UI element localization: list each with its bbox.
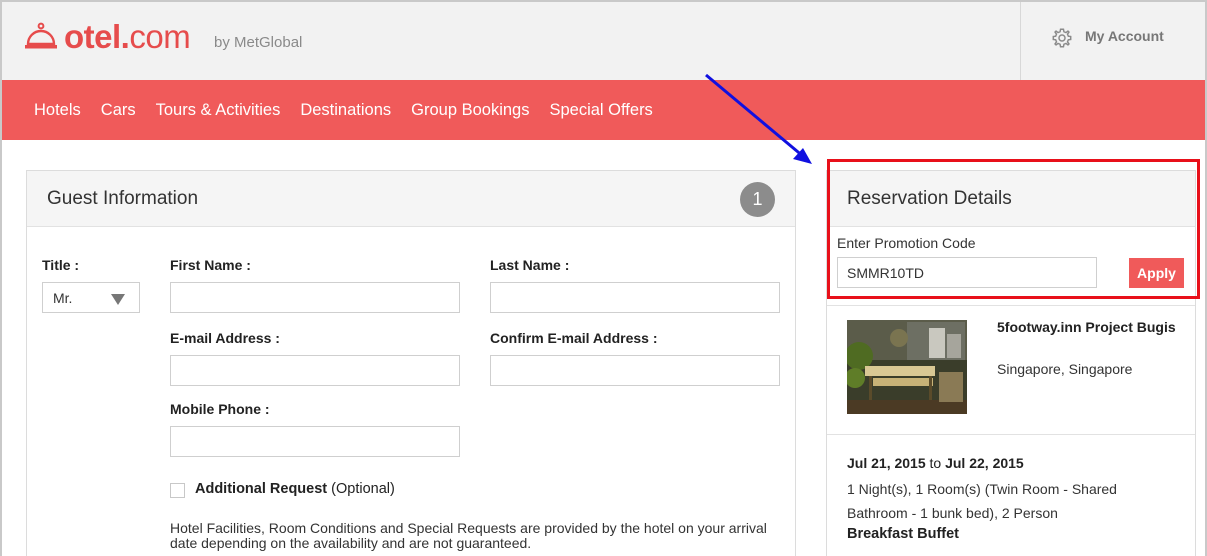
step-number-badge: 1: [740, 182, 775, 217]
nav-item-destinations[interactable]: Destinations: [300, 101, 391, 120]
nav-item-cars[interactable]: Cars: [101, 101, 136, 120]
nav-item-tours-activities[interactable]: Tours & Activities: [156, 101, 281, 120]
additional-request-text: Additional Request: [195, 481, 328, 497]
logo-byline: by MetGlobal: [214, 34, 303, 51]
guest-information-panel: Guest Information 1 Title : Mr. First Na…: [26, 170, 796, 556]
first-name-input[interactable]: [170, 282, 460, 313]
hotel-photo[interactable]: [847, 320, 967, 414]
confirm-email-label: Confirm E-mail Address :: [490, 330, 658, 346]
last-name-label: Last Name :: [490, 257, 570, 273]
my-account-label: My Account: [1085, 28, 1164, 44]
hotel-name[interactable]: 5footway.inn Project Bugis: [997, 320, 1177, 334]
room-description: 1 Night(s), 1 Room(s) (Twin Room - Share…: [847, 481, 1117, 521]
my-account-button[interactable]: My Account: [1020, 2, 1205, 80]
site-header: otel.com by MetGlobal My Account: [2, 2, 1205, 80]
guest-panel-title: Guest Information: [47, 188, 199, 209]
browser-frame: otel.com by MetGlobal My Account Hotels …: [0, 0, 1207, 556]
nav-item-special-offers[interactable]: Special Offers: [549, 101, 652, 120]
last-name-input[interactable]: [490, 282, 780, 313]
stay-dates: Jul 21, 2015 to Jul 22, 2015: [847, 455, 1024, 471]
main-nav: Hotels Cars Tours & Activities Destinati…: [2, 80, 1205, 140]
divider: [827, 434, 1195, 435]
title-label: Title :: [42, 257, 80, 273]
mobile-phone-input[interactable]: [170, 426, 460, 457]
title-selected-value: Mr.: [53, 290, 73, 306]
hotel-location: Singapore, Singapore: [997, 361, 1133, 377]
gear-icon: [1052, 28, 1072, 48]
additional-request-optional: (Optional): [331, 481, 395, 497]
mobile-phone-label: Mobile Phone :: [170, 401, 270, 417]
nav-item-hotels[interactable]: Hotels: [34, 101, 81, 120]
promo-highlight-box: [827, 159, 1200, 299]
guest-panel-header: Guest Information 1: [27, 171, 795, 227]
title-select[interactable]: Mr.: [42, 282, 140, 313]
chevron-down-icon: [111, 294, 125, 305]
logo-word-light: otel: [64, 18, 121, 55]
confirm-email-input[interactable]: [490, 355, 780, 386]
date-separator: to: [929, 455, 942, 471]
logo-word-tail: com: [129, 18, 191, 55]
additional-request-label[interactable]: Additional Request (Optional): [195, 481, 395, 497]
additional-request-checkbox[interactable]: [170, 483, 185, 498]
check-in-date: Jul 21, 2015: [847, 455, 926, 471]
email-input[interactable]: [170, 355, 460, 386]
hotel-disclaimer-text: Hotel Facilities, Room Conditions and Sp…: [170, 520, 767, 551]
check-out-date: Jul 22, 2015: [945, 455, 1024, 471]
nav-list: Hotels Cars Tours & Activities Destinati…: [34, 80, 673, 140]
hotel-bell-icon: [25, 22, 57, 49]
meal-plan: Breakfast Buffet: [847, 526, 959, 542]
logo-wordmark: otel.com: [64, 18, 191, 56]
first-name-label: First Name :: [170, 257, 251, 273]
divider: [827, 305, 1195, 306]
annotation-arrow-icon: [705, 73, 812, 164]
nav-item-group-bookings[interactable]: Group Bookings: [411, 101, 529, 120]
email-label: E-mail Address :: [170, 330, 280, 346]
